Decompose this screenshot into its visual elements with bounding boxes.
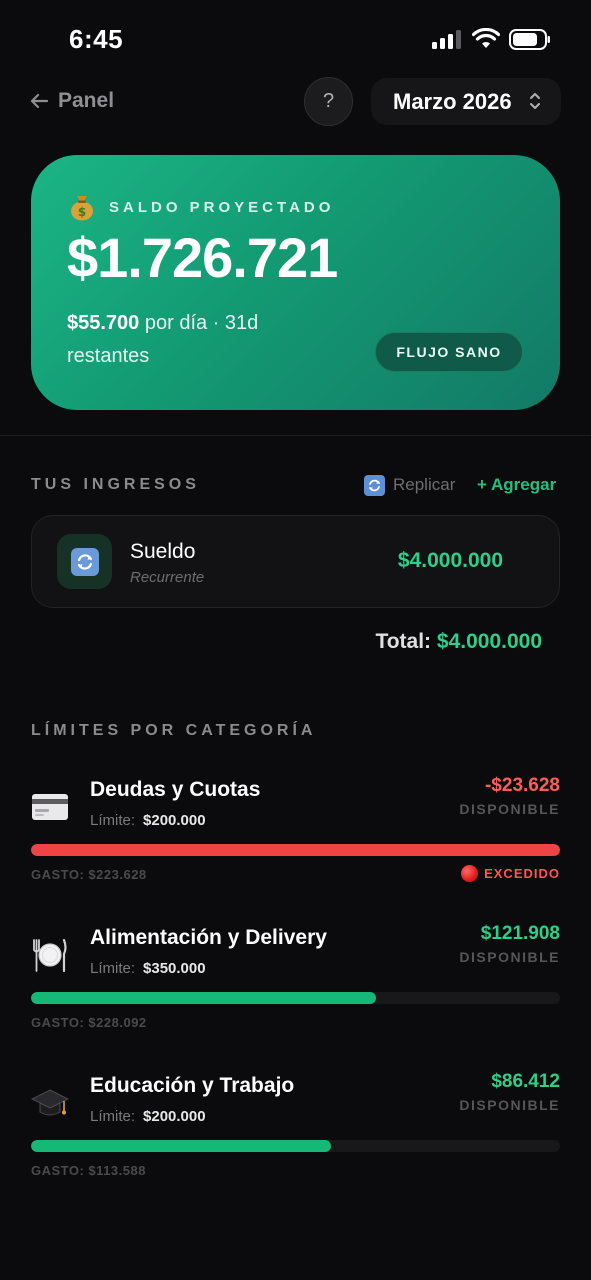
progress-fill [31, 1140, 332, 1152]
spent-amount: GASTO: $228.092 [31, 1015, 147, 1030]
add-income-button[interactable]: + Agregar [477, 473, 556, 497]
income-type: Recurrente [130, 569, 205, 586]
month-selector[interactable]: Marzo 2026 [371, 78, 561, 125]
available-label: DISPONIBLE [459, 949, 560, 965]
arrow-left-icon [30, 93, 48, 109]
income-amount: $4.000.000 [397, 549, 503, 572]
limit-label: Límite: [90, 1108, 136, 1125]
status-bar: 6:45 [0, 0, 591, 80]
category-name: Deudas y Cuotas [90, 778, 261, 801]
limit-value: $350.000 [143, 960, 206, 977]
available-amount: $121.908 [480, 923, 560, 944]
category-limit: Límite: $200.000 [90, 1108, 206, 1125]
money-bag-icon: $ [71, 196, 93, 221]
graduation-cap-icon [31, 1089, 69, 1116]
hero-label: SALDO PROYECTADO [109, 198, 335, 216]
help-button[interactable]: ? [304, 77, 353, 126]
limit-label: Límite: [90, 960, 136, 977]
income-total: Total: $4.000.000 [375, 630, 542, 654]
recurring-sync-icon [70, 547, 99, 576]
limit-label: Límite: [90, 812, 136, 829]
progress-bar [31, 992, 560, 1004]
category-limit-debts[interactable]: Deudas y Cuotas Límite: $200.000 -$23.628… [31, 770, 560, 900]
red-circle-icon [461, 865, 479, 882]
hero-label-row: $ SALDO PROYECTADO [69, 193, 334, 221]
progress-fill [31, 992, 376, 1004]
projected-balance-amount: $1.726.721 [67, 226, 338, 289]
back-button[interactable]: Panel [30, 86, 114, 116]
progress-bar [31, 844, 560, 856]
help-label: ? [322, 90, 335, 112]
month-label: Marzo 2026 [393, 88, 512, 114]
category-name: Educación y Trabajo [90, 1074, 295, 1097]
spent-amount: GASTO: $223.628 [31, 867, 147, 882]
available-amount: -$23.628 [484, 775, 560, 796]
projected-balance-card: $ SALDO PROYECTADO $1.726.721 $55.700 po… [31, 155, 560, 410]
chevron-up-down-icon [530, 93, 540, 109]
section-divider [0, 435, 591, 436]
replicate-button[interactable]: Replicar [364, 473, 455, 497]
income-section-title: TUS INGRESOS [31, 476, 200, 493]
cellular-signal-icon [432, 30, 462, 49]
income-icon-wrap [57, 534, 112, 589]
limits-section-title: LÍMITES POR CATEGORÍA [31, 722, 317, 739]
replicate-sync-icon [364, 474, 385, 496]
wifi-icon [472, 28, 500, 48]
credit-card-icon [32, 794, 68, 820]
spent-amount: GASTO: $113.588 [31, 1163, 146, 1178]
income-item[interactable]: Sueldo Recurrente $4.000.000 [31, 515, 560, 608]
limit-value: $200.000 [143, 1108, 206, 1125]
battery-icon [509, 29, 550, 50]
total-label: Total: [375, 630, 437, 653]
available-amount: $86.412 [491, 1071, 560, 1092]
available-label: DISPONIBLE [459, 1097, 560, 1113]
category-limit: Límite: $350.000 [90, 960, 206, 977]
category-limit: Límite: $200.000 [90, 812, 206, 829]
progress-fill [31, 844, 560, 856]
category-limit-food[interactable]: Alimentación y Delivery Límite: $350.000 … [31, 918, 560, 1048]
category-limit-education[interactable]: Educación y Trabajo Límite: $200.000 $86.… [31, 1066, 560, 1196]
back-label: Panel [58, 89, 115, 112]
income-name: Sueldo [130, 540, 196, 563]
total-value: $4.000.000 [436, 630, 542, 653]
limit-value: $200.000 [143, 812, 206, 829]
category-name: Alimentación y Delivery [90, 926, 327, 949]
exceeded-status: EXCEDIDO [461, 865, 560, 882]
status-time: 6:45 [69, 24, 124, 54]
progress-bar [31, 1140, 560, 1152]
plate-icon [33, 938, 67, 973]
status-label: EXCEDIDO [484, 866, 560, 881]
daily-budget-text: $55.700 por día · 31d restantes [67, 307, 327, 373]
replicate-label: Replicar [393, 475, 456, 494]
svg-text:$: $ [78, 205, 86, 219]
flow-status-badge: FLUJO SANO [375, 332, 523, 372]
available-label: DISPONIBLE [459, 801, 560, 817]
daily-amount: $55.700 [67, 312, 140, 334]
